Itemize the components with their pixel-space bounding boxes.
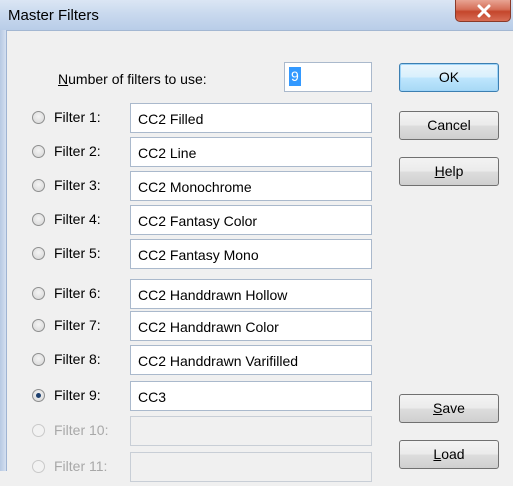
number-of-filters-label: Number of filters to use: [58, 71, 207, 87]
filter-1-radio[interactable] [32, 111, 45, 124]
filter-5-label: Filter 5: [54, 245, 101, 261]
filter-3-label: Filter 3: [54, 177, 101, 193]
close-button[interactable] [455, 0, 511, 22]
filter-4-input[interactable]: CC2 Fantasy Color [130, 205, 372, 235]
help-button[interactable]: Help [399, 157, 499, 186]
title-bar[interactable]: Master Filters [0, 0, 513, 31]
filter-row-6: Filter 6: CC2 Handdrawn Hollow [0, 279, 390, 313]
filter-11-radio [32, 460, 45, 473]
filter-6-label: Filter 6: [54, 285, 101, 301]
filter-3-radio[interactable] [32, 179, 45, 192]
filter-11-input [130, 452, 372, 482]
filter-10-radio [32, 424, 45, 437]
filter-8-input[interactable]: CC2 Handdrawn Varifilled [130, 345, 372, 375]
filter-6-radio[interactable] [32, 287, 45, 300]
filter-6-input[interactable]: CC2 Handdrawn Hollow [130, 279, 372, 309]
close-icon [477, 4, 491, 18]
filter-4-label: Filter 4: [54, 211, 101, 227]
filter-10-label: Filter 10: [54, 422, 109, 438]
filter-1-input[interactable]: CC2 Filled [130, 103, 372, 133]
filter-8-label: Filter 8: [54, 351, 101, 367]
number-of-filters-value: 9 [289, 67, 301, 86]
filter-2-radio[interactable] [32, 145, 45, 158]
filter-7-radio[interactable] [32, 319, 45, 332]
filter-7-label: Filter 7: [54, 317, 101, 333]
filter-4-radio[interactable] [32, 213, 45, 226]
filter-11-label: Filter 11: [54, 458, 108, 474]
filter-2-input[interactable]: CC2 Line [130, 137, 372, 167]
filter-row-11: Filter 11: [0, 452, 390, 486]
filter-row-1: Filter 1: CC2 Filled [0, 103, 390, 137]
filter-9-input[interactable]: CC3 [130, 381, 372, 411]
filter-5-input[interactable]: CC2 Fantasy Mono [130, 239, 372, 269]
filter-row-4: Filter 4: CC2 Fantasy Color [0, 205, 390, 239]
filter-2-label: Filter 2: [54, 143, 101, 159]
filter-7-input[interactable]: CC2 Handdrawn Color [130, 311, 372, 341]
load-button[interactable]: Load [399, 440, 499, 469]
filter-row-3: Filter 3: CC2 Monochrome [0, 171, 390, 205]
window-title: Master Filters [8, 7, 99, 24]
filter-row-7: Filter 7: CC2 Handdrawn Color [0, 311, 390, 345]
ok-button[interactable]: OK [399, 63, 499, 92]
filter-5-radio[interactable] [32, 247, 45, 260]
save-button[interactable]: Save [399, 394, 499, 423]
number-of-filters-input[interactable]: 9 [284, 62, 372, 92]
filter-3-input[interactable]: CC2 Monochrome [130, 171, 372, 201]
filter-row-5: Filter 5: CC2 Fantasy Mono [0, 239, 390, 273]
filter-9-label: Filter 9: [54, 387, 101, 403]
filter-1-label: Filter 1: [54, 109, 101, 125]
filter-8-radio[interactable] [32, 353, 45, 366]
filter-row-9: Filter 9: CC3 [0, 381, 390, 415]
filter-row-8: Filter 8: CC2 Handdrawn Varifilled [0, 345, 390, 379]
filter-10-input [130, 416, 372, 446]
cancel-button[interactable]: Cancel [399, 111, 499, 140]
filter-row-2: Filter 2: CC2 Line [0, 137, 390, 171]
filter-row-10: Filter 10: [0, 416, 390, 450]
filter-9-radio[interactable] [32, 389, 45, 402]
